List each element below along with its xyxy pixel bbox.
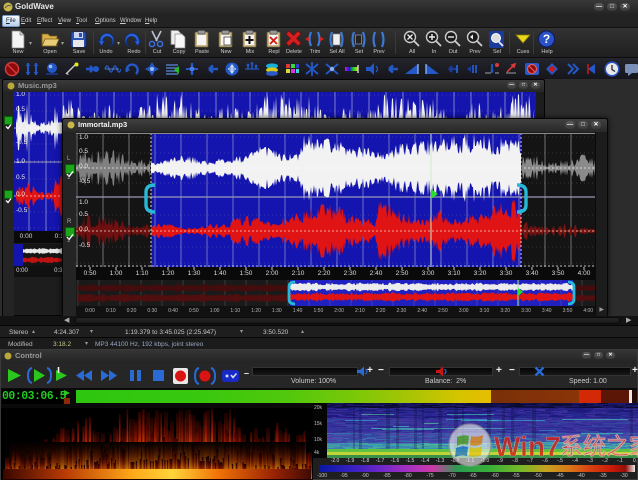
svg-text:Win7: Win7 [494,431,561,462]
svg-text:系统之家: 系统之家 [560,433,638,459]
svg-text:?: ? [543,32,550,46]
